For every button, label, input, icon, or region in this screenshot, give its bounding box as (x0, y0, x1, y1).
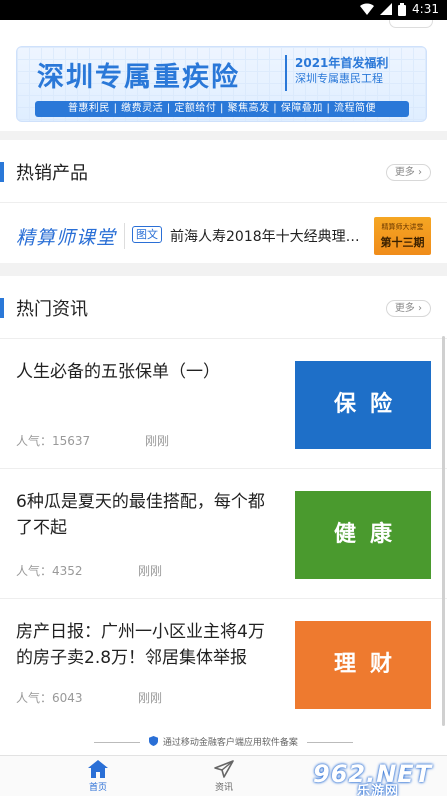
section-accent-bar (0, 162, 4, 182)
more-button[interactable]: 更多 › (385, 164, 431, 181)
scrollbar[interactable] (442, 336, 445, 726)
banner-title: 深圳专属重疾险 (37, 62, 240, 93)
divider (94, 742, 141, 743)
previous-more-button[interactable] (389, 20, 433, 28)
news-views: 人气：15637 (16, 434, 91, 448)
news-item[interactable]: 房产日报：广州一小区业主将4万的房子卖2.8万！邻居集体举报 人气：6043 刚… (0, 598, 447, 734)
more-label: 更多 (394, 303, 415, 314)
content-type-tag: 图文 (132, 226, 162, 243)
status-time: 4:31 (412, 2, 439, 16)
news-title: 6种瓜是夏天的最佳搭配，每个都了不起 (16, 492, 265, 538)
paper-plane-icon (214, 760, 234, 778)
registration-text: 通过移动金融客户端应用软件备案 (162, 738, 298, 748)
news-image: 理财 (295, 621, 431, 709)
promo-banner[interactable]: 深圳专属重疾险 2021年首发福利 深圳专属惠民工程 普惠利民 | 缴费灵活 |… (16, 46, 427, 122)
section-title: 热门资讯 (16, 299, 88, 320)
wifi-icon (360, 3, 375, 15)
chevron-right-icon: › (414, 167, 422, 178)
section-title: 热销产品 (16, 163, 88, 184)
product-thumbnail: 精算师大讲堂 第十三期 (374, 217, 431, 255)
news-time: 刚刚 (138, 691, 163, 705)
thumbnail-caption: 精算师大讲堂 (381, 223, 424, 231)
product-title: 前海人寿2018年十大经典理… (170, 229, 360, 245)
thumbnail-episode: 第十三期 (380, 236, 425, 249)
banner-feature-tags: 普惠利民 | 缴费灵活 | 定额给付 | 聚焦高发 | 保障叠加 | 流程简便 (35, 101, 409, 117)
news-image: 健康 (295, 491, 431, 579)
section-header: 热销产品 更多 › (0, 140, 447, 202)
news-title: 人生必备的五张保单（一） (16, 362, 220, 382)
banner-subtitle-line2: 深圳专属惠民工程 (295, 72, 383, 85)
news-image: 保险 (295, 361, 431, 449)
tab-home-label: 首页 (88, 783, 107, 793)
news-time: 刚刚 (145, 434, 170, 448)
more-button[interactable]: 更多 › (385, 300, 431, 317)
banner-subtitle-line1: 2021年首发福利 (295, 56, 389, 70)
chevron-right-icon: › (414, 303, 422, 314)
shield-icon (149, 736, 159, 749)
watermark-line2: 乐游网 (357, 784, 400, 796)
news-item[interactable]: 人生必备的五张保单（一） 人气：15637 刚刚 保险 (0, 338, 447, 468)
section-header: 热门资讯 更多 › (0, 276, 447, 338)
more-label: 更多 (394, 167, 415, 178)
battery-icon (398, 2, 407, 16)
news-title: 房产日报：广州一小区业主将4万的房子卖2.8万！邻居集体举报 (16, 622, 265, 668)
status-bar: 4:31 (0, 0, 447, 20)
hot-news-section: 热门资讯 更多 › 人生必备的五张保单（一） 人气：15637 刚刚 保险 6种… (0, 276, 447, 735)
banner-card: 深圳专属重疾险 2021年首发福利 深圳专属惠民工程 普惠利民 | 缴费灵活 |… (0, 38, 447, 131)
tab-news[interactable]: 资讯 (194, 760, 254, 793)
section-accent-bar (0, 298, 4, 318)
hot-products-section: 热销产品 更多 › 精算师课堂 图文 前海人寿2018年十大经典理… 精算师大讲… (0, 140, 447, 263)
news-item[interactable]: 6种瓜是夏天的最佳搭配，每个都了不起 人气：4352 刚刚 健康 (0, 468, 447, 598)
news-views: 人气：6043 (16, 691, 83, 705)
tab-news-label: 资讯 (214, 783, 233, 793)
tab-home[interactable]: 首页 (68, 760, 128, 793)
banner-subtitle-block: 2021年首发福利 深圳专属惠民工程 (285, 55, 415, 91)
home-icon (88, 760, 108, 778)
watermark-logo: 962.NET 乐游网 (313, 760, 441, 796)
divider (306, 742, 353, 743)
news-time: 刚刚 (138, 564, 163, 578)
product-brand: 精算师课堂 (16, 227, 117, 249)
divider (124, 223, 125, 249)
product-item[interactable]: 精算师课堂 图文 前海人寿2018年十大经典理… 精算师大讲堂 第十三期 (0, 202, 447, 266)
news-views: 人气：4352 (16, 564, 83, 578)
signal-icon (380, 3, 393, 15)
registration-note: 通过移动金融客户端应用软件备案 (0, 735, 447, 755)
previous-section-remnant (0, 20, 447, 38)
